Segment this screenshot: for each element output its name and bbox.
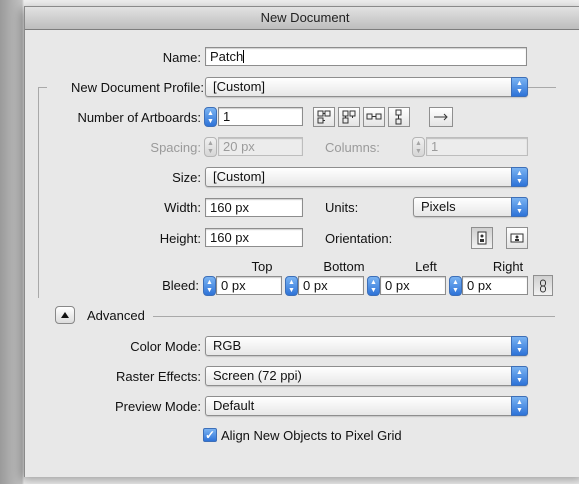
preview-mode-value: Default: [213, 398, 255, 413]
width-field[interactable]: 160 px: [205, 198, 303, 217]
bleed-right-value: 0 px: [467, 278, 492, 293]
artboards-label: Number of Artboards:: [77, 110, 201, 125]
height-label: Height:: [159, 231, 201, 246]
bleed-bottom-label: Bottom: [323, 259, 365, 274]
units-value: Pixels: [421, 199, 456, 214]
advanced-label: Advanced: [87, 308, 145, 323]
preview-mode-label: Preview Mode:: [115, 399, 201, 414]
grid-by-column-icon[interactable]: [338, 107, 360, 127]
pixel-grid-label[interactable]: Align New Objects to Pixel Grid: [221, 428, 402, 443]
columns-stepper[interactable]: ▲ ▼: [412, 137, 425, 157]
bleed-top-label: Top: [251, 259, 273, 274]
width-value: 160 px: [210, 200, 250, 215]
raster-effects-select[interactable]: Screen (72 ppi) ▲ ▼: [205, 366, 528, 386]
select-arrows-icon: ▲ ▼: [511, 396, 528, 416]
spacing-value: 20 px: [223, 139, 255, 154]
select-arrows-icon: ▲ ▼: [511, 77, 528, 97]
new-document-dialog: New Document Name: Patch New Document Pr…: [24, 6, 579, 477]
size-label: Size:: [172, 170, 201, 185]
bleed-left-label: Left: [415, 259, 437, 274]
artboards-field[interactable]: 1: [218, 107, 303, 126]
bleed-top-field[interactable]: 0 px: [216, 276, 282, 295]
raster-effects-value: Screen (72 ppi): [213, 368, 302, 383]
grid-by-row-icon[interactable]: [313, 107, 335, 127]
select-arrows-icon: ▲ ▼: [511, 366, 528, 386]
text-caret: [243, 50, 245, 63]
window-title: New Document: [25, 7, 579, 30]
advanced-toggle-button[interactable]: [55, 306, 75, 324]
color-mode-value: RGB: [213, 338, 242, 353]
bleed-label: Bleed:: [162, 278, 199, 293]
bleed-top-stepper[interactable]: ▲ ▼: [203, 276, 216, 296]
arrange-by-row-icon[interactable]: [363, 107, 385, 127]
bleed-right-label: Right: [492, 259, 524, 274]
size-value: [Custom]: [213, 169, 266, 184]
select-arrows-icon: ▲ ▼: [511, 167, 528, 187]
color-mode-label: Color Mode:: [130, 339, 201, 354]
pixel-grid-checkbox[interactable]: ✓: [203, 428, 217, 442]
profile-group-border-right: [528, 87, 556, 88]
spacing-field[interactable]: 20 px: [218, 137, 303, 156]
bleed-right-field[interactable]: 0 px: [462, 276, 528, 295]
arrange-by-column-icon[interactable]: [388, 107, 410, 127]
spacing-label: Spacing:: [150, 140, 201, 155]
select-arrows-icon: ▲ ▼: [511, 336, 528, 356]
name-value: Patch: [210, 49, 244, 64]
spacing-stepper[interactable]: ▲ ▼: [204, 137, 217, 157]
units-label: Units:: [325, 200, 359, 215]
size-select[interactable]: [Custom] ▲ ▼: [205, 167, 528, 187]
preview-mode-select[interactable]: Default ▲ ▼: [205, 396, 528, 416]
bleed-bottom-stepper[interactable]: ▲ ▼: [285, 276, 298, 296]
color-mode-select[interactable]: RGB ▲ ▼: [205, 336, 528, 356]
artboards-value: 1: [223, 109, 231, 124]
height-field[interactable]: 160 px: [205, 228, 303, 247]
columns-field[interactable]: 1: [426, 137, 528, 156]
orientation-label: Orientation:: [325, 231, 393, 246]
layout-direction-icon[interactable]: [429, 107, 453, 127]
bleed-bottom-value: 0 px: [303, 278, 328, 293]
bleed-bottom-field[interactable]: 0 px: [298, 276, 364, 295]
profile-label: New Document Profile:: [47, 80, 207, 95]
profile-value: [Custom]: [213, 79, 266, 94]
bleed-right-stepper[interactable]: ▲ ▼: [449, 276, 462, 296]
bleed-top-value: 0 px: [221, 278, 246, 293]
bleed-left-field[interactable]: 0 px: [380, 276, 446, 295]
landscape-orientation-icon[interactable]: [506, 227, 528, 249]
profile-select[interactable]: [Custom] ▲ ▼: [205, 77, 528, 97]
columns-label: Columns:: [325, 140, 380, 155]
select-arrows-icon: ▲ ▼: [511, 197, 528, 217]
name-field[interactable]: Patch: [205, 47, 527, 66]
units-select[interactable]: Pixels ▲ ▼: [413, 197, 528, 217]
name-label: Name:: [162, 50, 201, 65]
columns-value: 1: [431, 139, 439, 154]
portrait-orientation-icon[interactable]: [471, 227, 493, 249]
raster-effects-label: Raster Effects:: [115, 369, 201, 384]
bleed-left-value: 0 px: [385, 278, 410, 293]
advanced-divider: [153, 316, 555, 317]
artboards-stepper[interactable]: ▲ ▼: [204, 107, 217, 127]
bleed-left-stepper[interactable]: ▲ ▼: [367, 276, 380, 296]
link-bleed-icon[interactable]: [533, 275, 553, 296]
height-value: 160 px: [210, 230, 250, 245]
width-label: Width:: [164, 200, 201, 215]
